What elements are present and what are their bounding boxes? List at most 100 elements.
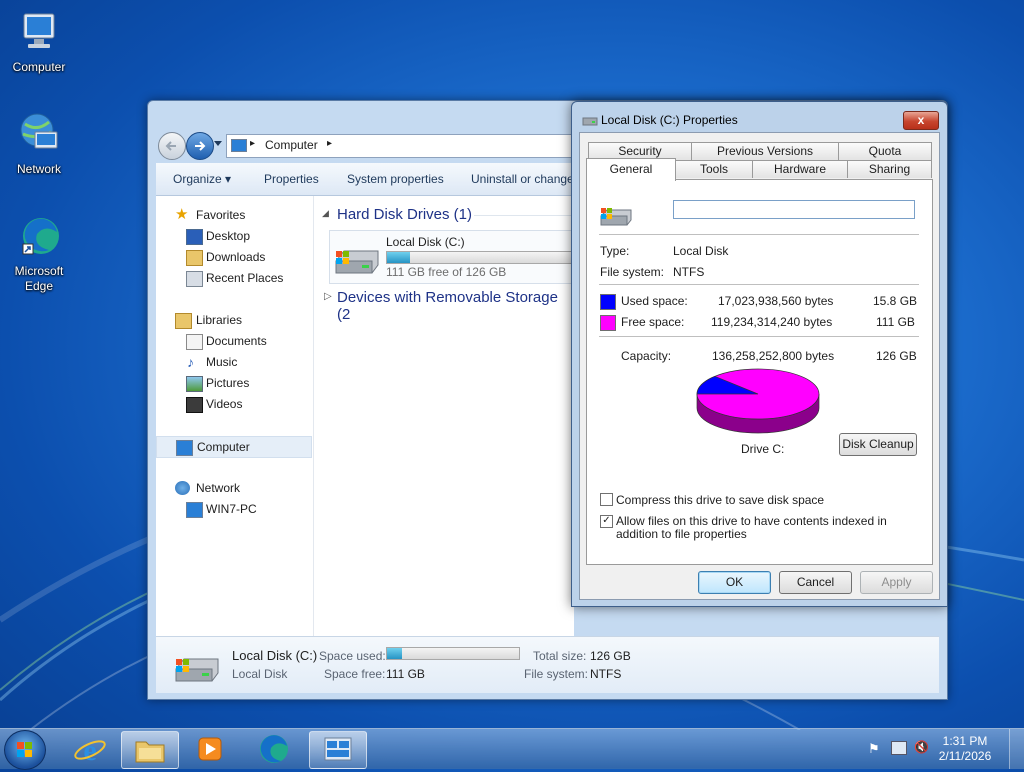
edge-icon (15, 212, 63, 260)
group-removable-storage[interactable]: Devices with Removable Storage (2 (337, 289, 574, 323)
tab-tools[interactable]: Tools (675, 160, 753, 178)
nav-music[interactable]: ♪ Music (156, 352, 312, 372)
desktop-icon-edge[interactable]: Microsoft Edge (3, 212, 75, 294)
nav-recent-label: Recent Places (206, 271, 284, 285)
nav-desktop-label: Desktop (206, 229, 251, 243)
free-space-bytes: 119,234,314,240 bytes (711, 315, 833, 329)
tab-hardware-label: Hardware (773, 162, 827, 176)
used-space-gb: 15.8 GB (873, 294, 918, 308)
film-strip-icon (186, 397, 203, 413)
dialog-close-button[interactable]: x (903, 111, 939, 130)
tab-general-label: General (609, 162, 653, 176)
uninstall-button[interactable]: Uninstall or change (471, 172, 574, 186)
cancel-button[interactable]: Cancel (779, 571, 852, 594)
disk-cleanup-label: Disk Cleanup (842, 437, 914, 451)
system-properties-button[interactable]: System properties (347, 172, 444, 186)
nav-music-label: Music (206, 355, 238, 369)
details-file-system-label: File system: (524, 667, 589, 681)
nav-pictures[interactable]: Pictures (156, 373, 312, 393)
taskbar-media-player[interactable] (182, 731, 238, 767)
nav-libraries[interactable]: Libraries (156, 310, 312, 330)
disk-cleanup-button[interactable]: Disk Cleanup (839, 433, 917, 456)
edge-icon (260, 735, 288, 763)
properties-button[interactable]: Properties (264, 172, 319, 186)
tab-previous-versions[interactable]: Previous Versions (691, 142, 839, 160)
tab-general[interactable]: General (586, 158, 676, 181)
clock-date: 2/11/2026 (938, 749, 992, 763)
capacity-bytes: 136,258,252,800 bytes (712, 349, 835, 363)
network-small-icon (175, 481, 190, 495)
free-space-gb: 111 GB (876, 315, 915, 329)
action-center-flag-icon[interactable]: ⚑ (868, 741, 880, 757)
tab-hardware[interactable]: Hardware (752, 160, 848, 178)
clock[interactable]: 1:31 PM 2/11/2026 (930, 734, 1000, 764)
hard-drive-icon (175, 658, 219, 682)
organize-button[interactable]: Organize ▾ (173, 172, 231, 186)
nav-network-label: Network (196, 481, 241, 495)
volume-label-input[interactable] (673, 200, 915, 219)
nav-documents-label: Documents (206, 334, 267, 348)
windows-logo-icon (17, 742, 32, 757)
fs-label: File system: (600, 265, 665, 279)
check-mark-icon: ✓ (602, 515, 611, 526)
breadcrumb-computer[interactable]: Computer (265, 138, 318, 152)
hard-drive-icon (335, 250, 379, 274)
libraries-icon (175, 313, 192, 329)
disk-usage-pie-chart (696, 368, 820, 434)
taskbar-windows-explorer[interactable] (121, 731, 179, 769)
back-button[interactable] (158, 132, 186, 160)
show-desktop-button[interactable] (1009, 729, 1024, 769)
tab-quota[interactable]: Quota (838, 142, 932, 160)
expand-arrow-icon[interactable]: ▷ (324, 291, 332, 302)
desktop-icon-network[interactable]: Network (3, 110, 75, 177)
start-button[interactable] (4, 730, 46, 770)
apply-button[interactable]: Apply (860, 571, 933, 594)
desktop-icon-computer[interactable]: Computer (3, 8, 75, 75)
nav-network[interactable]: Network (156, 478, 312, 498)
nav-favorites[interactable]: ★ Favorites (156, 205, 312, 225)
drive-c-tile[interactable]: Local Disk (C:) 111 GB free of 126 GB (329, 230, 587, 284)
properties-dialog[interactable]: Local Disk (C:) Properties x Security Pr… (571, 101, 948, 607)
computer-small-icon (176, 440, 193, 456)
recent-pages-dropdown[interactable] (214, 141, 222, 146)
taskbar-edge[interactable] (246, 731, 302, 767)
volume-muted-icon[interactable]: 🔇 (914, 740, 929, 754)
collapse-arrow-icon[interactable]: ◢ (322, 208, 329, 219)
compress-checkbox[interactable] (600, 493, 613, 506)
details-drive-type: Local Disk (232, 667, 288, 681)
nav-videos[interactable]: Videos (156, 394, 312, 414)
group-hard-disk-drives[interactable]: Hard Disk Drives (1) (337, 206, 472, 223)
nav-pc-label: WIN7-PC (206, 502, 257, 516)
index-label: Allow files on this drive to have conten… (616, 514, 887, 541)
tab-sharing[interactable]: Sharing (847, 160, 932, 178)
tab-security-label: Security (618, 144, 662, 158)
index-checkbox[interactable]: ✓ (600, 515, 613, 528)
nav-downloads[interactable]: Downloads (156, 247, 312, 267)
desktop-icon-label: Computer (12, 60, 66, 74)
star-icon: ★ (175, 206, 189, 223)
nav-computer[interactable]: Computer (156, 436, 312, 458)
taskbar-internet-explorer[interactable]: e (62, 731, 118, 767)
separator (599, 284, 919, 285)
forward-button[interactable] (186, 132, 214, 160)
content-pane: ◢ Hard Disk Drives (1) Local Disk (C:) 1… (314, 196, 587, 636)
taskbar-computer[interactable] (309, 731, 367, 769)
group-divider (474, 215, 574, 216)
svg-text:e: e (83, 734, 96, 767)
used-space-swatch (600, 294, 616, 310)
nav-desktop[interactable]: Desktop (156, 226, 312, 246)
nav-pictures-label: Pictures (206, 376, 250, 390)
type-value: Local Disk (673, 244, 729, 258)
drive-icon (600, 208, 632, 226)
ok-button[interactable]: OK (698, 571, 771, 594)
drive-usage-bar (386, 251, 587, 264)
used-space-label: Used space: (621, 294, 688, 308)
network-tray-icon[interactable] (891, 741, 907, 755)
nav-win7-pc[interactable]: WIN7-PC (156, 499, 312, 519)
nav-documents[interactable]: Documents (156, 331, 312, 351)
nav-recent-places[interactable]: Recent Places (156, 268, 312, 288)
nav-favorites-label: Favorites (196, 208, 246, 222)
capacity-label: Capacity: (621, 349, 672, 363)
dialog-body: Security Previous Versions Quota General… (579, 132, 940, 600)
details-total-size-label: Total size: (533, 649, 587, 663)
